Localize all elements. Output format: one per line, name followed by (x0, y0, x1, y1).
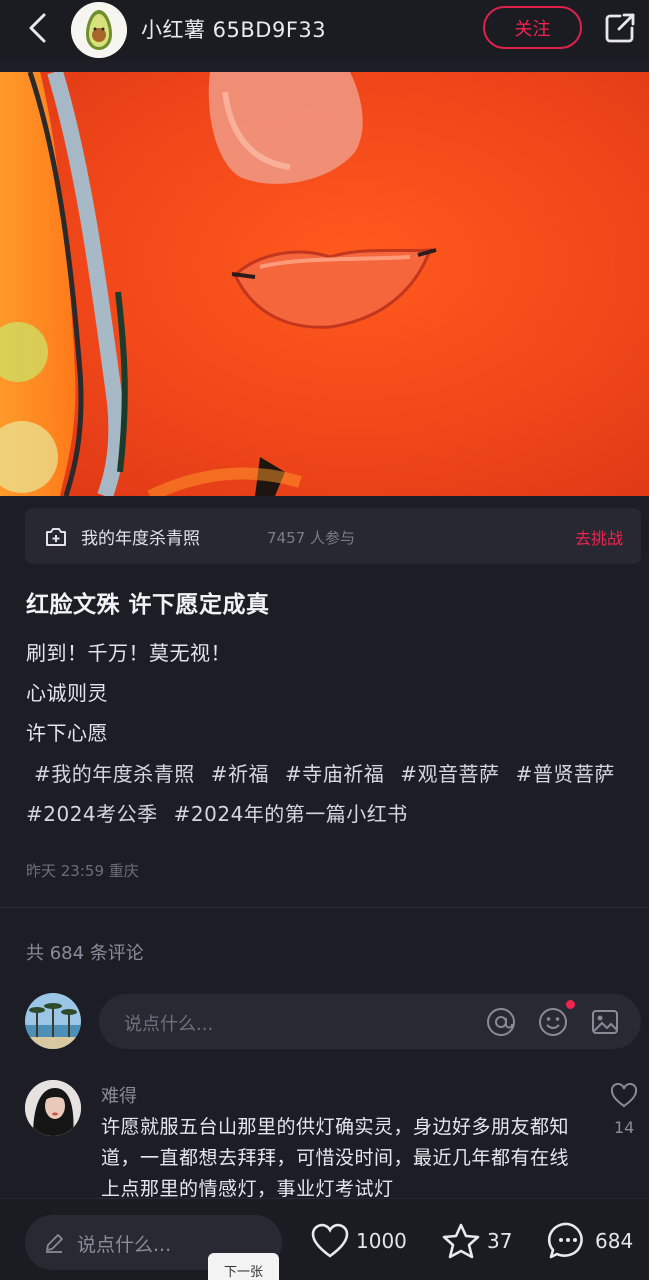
commenter-name[interactable]: 难得 (101, 1082, 137, 1108)
share-button[interactable] (600, 8, 640, 48)
bottom-placeholder: 说点什么... (77, 1234, 172, 1256)
collect-count: 37 (487, 1229, 513, 1253)
comment-like-count: 14 (614, 1118, 635, 1137)
activity-banner[interactable]: 我的年度杀青照 7457 人参与 去挑战 (25, 508, 641, 564)
like-button[interactable]: 1000 (310, 1219, 407, 1263)
comment-total: 684 (595, 1229, 634, 1253)
bottom-action-bar: 说点什么... 1000 37 684 (0, 1198, 649, 1280)
back-button[interactable] (20, 10, 56, 46)
top-bar: 小红薯 65BD9F33 关注 (0, 0, 649, 60)
emoji-icon[interactable] (537, 1006, 569, 1038)
back-arrow-icon (29, 13, 46, 43)
hashtag[interactable]: #寺庙祈福 (285, 762, 384, 786)
pen-icon (46, 1234, 63, 1253)
chat-bubble-icon (547, 1222, 583, 1259)
notification-dot (566, 1000, 575, 1009)
share-icon (605, 13, 635, 43)
post-line: 许下心愿 (26, 721, 108, 745)
next-page-tip[interactable]: 下一张 (208, 1253, 279, 1280)
comment-text: 许愿就服五台山那里的供灯确实灵，身边好多朋友都知道，一直都想去拜拜，可惜没时间，… (101, 1116, 570, 1200)
avocado-icon (71, 2, 127, 58)
comment-count: 共 684 条评论 (26, 943, 144, 964)
beach-avatar-image (25, 993, 81, 1049)
hashtag[interactable]: #2024年的第一篇小红书 (174, 802, 408, 826)
collect-button[interactable]: 37 (441, 1219, 512, 1263)
follow-button[interactable]: 关注 (483, 6, 582, 49)
activity-participants: 7457 人参与 (267, 529, 355, 547)
hashtag[interactable]: #祈福 (211, 762, 269, 786)
at-icon[interactable] (485, 1006, 517, 1038)
post-image[interactable] (0, 72, 649, 496)
hashtag[interactable]: #2024考公季 (26, 802, 158, 826)
thermal-face-photo (0, 72, 649, 496)
post-line: 心诚则灵 (26, 681, 108, 705)
author-name[interactable]: 小红薯 65BD9F33 (141, 14, 326, 44)
post-meta: 昨天 23:59 重庆 (26, 862, 139, 880)
comment-placeholder: 说点什么... (124, 1014, 214, 1035)
my-avatar (25, 993, 81, 1049)
image-icon[interactable] (589, 1006, 621, 1038)
author-avatar[interactable] (71, 2, 127, 58)
activity-camera-icon (46, 528, 66, 546)
like-count: 1000 (356, 1229, 407, 1253)
comment-button[interactable]: 684 (547, 1219, 633, 1263)
post-tags: #我的年度杀青照 #祈福 #寺庙祈福 #观音菩萨 #普贤菩萨 #2024考公季 #2024年… (26, 754, 641, 834)
comment-heart-icon[interactable] (610, 1082, 638, 1110)
activity-name: 我的年度杀青照 (81, 529, 200, 549)
heart-icon (311, 1223, 349, 1258)
portrait-avatar-image (25, 1080, 81, 1136)
post-line: 刷到！千万！莫无视！ (26, 641, 231, 665)
star-icon (442, 1223, 480, 1259)
activity-challenge-link[interactable]: 去挑战 (575, 525, 623, 549)
post-title: 红脸文殊 许下愿定成真 (26, 592, 270, 618)
comment-input[interactable]: 说点什么... (99, 994, 641, 1049)
commenter-avatar[interactable] (25, 1080, 81, 1136)
hashtag[interactable]: #普贤菩萨 (516, 762, 615, 786)
hashtag[interactable]: #观音菩萨 (400, 762, 499, 786)
hashtag[interactable]: #我的年度杀青照 (34, 762, 195, 786)
divider (0, 907, 649, 908)
